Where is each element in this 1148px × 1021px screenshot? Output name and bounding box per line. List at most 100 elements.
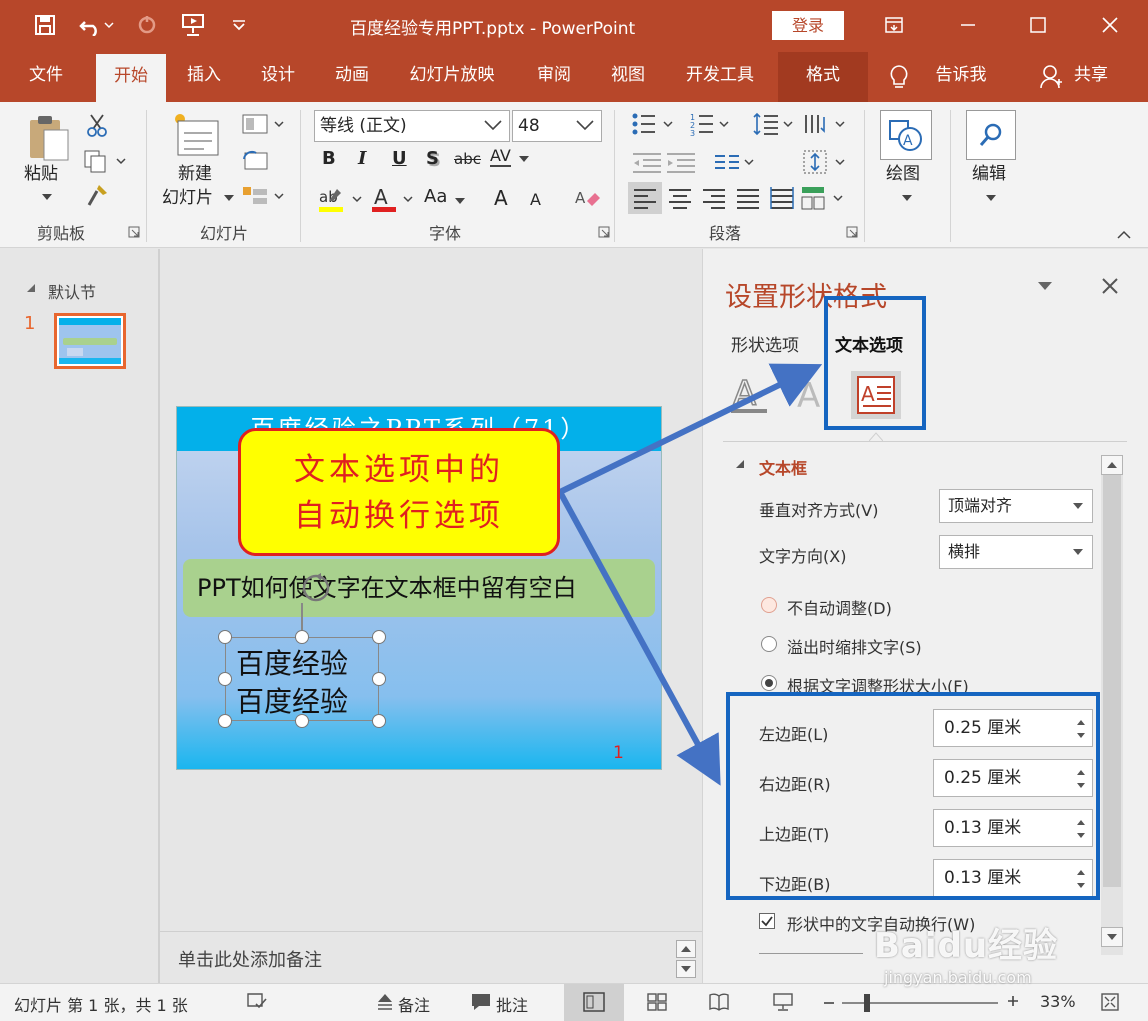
pane-close-icon[interactable] (1101, 277, 1119, 295)
tab-home[interactable]: 开始 (96, 54, 166, 102)
paste-dropdown-icon[interactable] (40, 192, 54, 202)
pane-options-chevron-icon[interactable] (1037, 281, 1053, 291)
line-spacing-icon[interactable] (752, 110, 798, 138)
slide-sorter-icon[interactable] (646, 992, 668, 1012)
drawing-icon[interactable]: A (880, 110, 932, 160)
share-button[interactable]: 共享 (1066, 52, 1116, 102)
slideshow-view-icon[interactable] (772, 992, 794, 1012)
tab-insert[interactable]: 插入 (172, 52, 236, 102)
zoom-in-icon[interactable] (1006, 994, 1020, 1008)
radio-no-autofit-label[interactable]: 不自动调整(D) (787, 595, 892, 619)
bullets-icon[interactable] (630, 110, 680, 138)
collapse-section-icon[interactable] (26, 283, 36, 293)
editing-search-icon[interactable] (966, 110, 1016, 160)
ribbon-display-options-icon[interactable] (876, 9, 912, 41)
tab-developer[interactable]: 开发工具 (670, 52, 770, 102)
align-text-icon[interactable] (802, 148, 850, 176)
italic-button[interactable]: I (358, 148, 366, 169)
notes-placeholder[interactable]: 单击此处添加备注 (178, 946, 322, 972)
align-left-icon[interactable] (628, 182, 662, 214)
smartart-icon[interactable] (800, 182, 848, 214)
pane-scrollbar-thumb[interactable] (1103, 475, 1121, 887)
bold-button[interactable]: B (322, 148, 336, 169)
zoom-slider-thumb[interactable] (864, 994, 870, 1012)
redo-icon[interactable] (132, 10, 162, 40)
align-center-icon[interactable] (664, 182, 696, 214)
clipboard-launcher-icon[interactable] (128, 226, 140, 238)
justify-icon[interactable] (732, 182, 764, 214)
tab-slideshow[interactable]: 幻灯片放映 (394, 52, 510, 102)
shadow-button[interactable]: S (426, 148, 439, 169)
resize-handle[interactable] (218, 630, 232, 644)
tab-animations[interactable]: 动画 (320, 52, 384, 102)
clear-formatting-icon[interactable]: A (574, 186, 602, 212)
decrease-font-button[interactable]: A (530, 190, 541, 209)
section-collapse-icon[interactable] (735, 459, 745, 469)
font-launcher-icon[interactable] (598, 226, 610, 238)
fit-to-window-icon[interactable] (1100, 992, 1120, 1012)
notes-scroll-up-icon[interactable] (676, 940, 696, 958)
resize-handle[interactable] (218, 714, 232, 728)
reset-icon[interactable] (240, 148, 270, 172)
radio-shrink-label[interactable]: 溢出时缩排文字(S) (787, 634, 922, 658)
resize-handle[interactable] (372, 672, 386, 686)
new-slide-icon[interactable] (170, 110, 222, 160)
paste-icon[interactable] (24, 114, 72, 162)
slide-thumbnail[interactable] (54, 313, 126, 369)
tab-view[interactable]: 视图 (596, 52, 660, 102)
tell-me-search[interactable]: 告诉我 (926, 52, 996, 102)
new-slide-label-1[interactable]: 新建 (178, 164, 212, 184)
tab-file[interactable]: 文件 (14, 52, 78, 102)
format-painter-icon[interactable] (84, 182, 110, 208)
paste-label[interactable]: 粘贴 (24, 164, 58, 184)
wrap-text-checkbox[interactable] (759, 913, 775, 929)
comments-icon[interactable] (470, 992, 492, 1012)
resize-handle[interactable] (295, 630, 309, 644)
underline-button[interactable]: U (392, 148, 407, 169)
comments-button[interactable]: 批注 (496, 992, 528, 1016)
resize-handle[interactable] (372, 714, 386, 728)
radio-no-autofit[interactable] (761, 597, 777, 613)
reading-view-icon[interactable] (708, 992, 730, 1012)
font-color-icon[interactable]: A (370, 184, 416, 214)
character-spacing-button[interactable]: AV (490, 146, 511, 167)
new-slide-label-2[interactable]: 幻灯片 (162, 188, 213, 208)
new-slide-dropdown-icon[interactable] (224, 194, 234, 202)
login-button[interactable]: 登录 (772, 11, 844, 40)
editing-dropdown-icon[interactable] (986, 194, 996, 202)
notes-pane[interactable]: 单击此处添加备注 (160, 931, 702, 983)
tab-format[interactable]: 格式 (778, 52, 868, 102)
pane-scroll-up-icon[interactable] (1101, 455, 1123, 475)
slide-green-textbox[interactable]: PPT如何使文字在文本框中留有空白 (183, 559, 655, 617)
chevron-down-icon[interactable] (454, 196, 466, 206)
cut-icon[interactable] (84, 112, 110, 138)
decrease-indent-icon[interactable] (630, 150, 664, 174)
selected-textbox[interactable]: 百度经验 百度经验 (225, 637, 379, 721)
start-slideshow-icon[interactable] (178, 10, 208, 40)
font-name-combo[interactable]: 等线 (正文) (314, 110, 510, 142)
textbox-section-title[interactable]: 文本框 (759, 455, 807, 479)
zoom-out-icon[interactable] (822, 998, 836, 1008)
resize-handle[interactable] (372, 630, 386, 644)
direction-select[interactable]: 横排 (939, 535, 1093, 569)
notes-toggle-button[interactable]: 备注 (398, 992, 430, 1016)
section-label[interactable]: 默认节 (48, 279, 96, 303)
radio-resize-shape[interactable] (761, 675, 777, 691)
drawing-label[interactable]: 绘图 (886, 164, 920, 184)
font-size-combo[interactable]: 48 (512, 110, 602, 142)
chevron-down-icon[interactable] (518, 154, 530, 164)
change-case-button[interactable]: Aa (424, 186, 447, 207)
increase-font-button[interactable]: A (494, 186, 508, 210)
save-icon[interactable] (30, 10, 60, 40)
align-right-icon[interactable] (698, 182, 730, 214)
collapse-ribbon-icon[interactable] (1114, 228, 1134, 242)
minimize-icon[interactable] (950, 9, 986, 41)
copy-icon[interactable] (82, 148, 128, 174)
resize-handle[interactable] (295, 714, 309, 728)
text-direction-icon[interactable] (802, 110, 850, 138)
valign-select[interactable]: 顶端对齐 (939, 489, 1093, 523)
drawing-dropdown-icon[interactable] (902, 194, 912, 202)
columns-icon[interactable] (712, 150, 758, 174)
paragraph-launcher-icon[interactable] (846, 226, 858, 238)
radio-shrink-on-overflow[interactable] (761, 636, 777, 652)
